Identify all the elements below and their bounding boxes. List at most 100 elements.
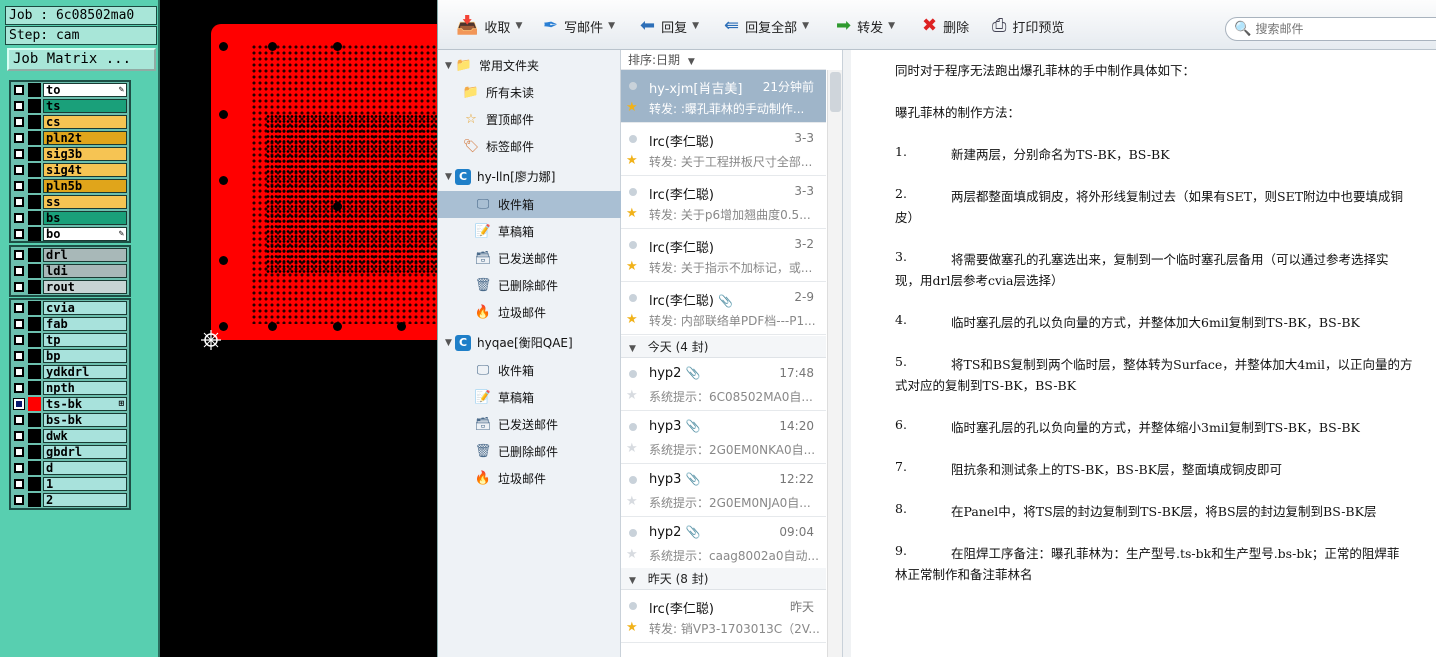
message-row[interactable]: ★ lrc(李仁聪) 3-3 转发: 关于p6增加翘曲度0.5... (621, 176, 826, 229)
pcb-board-view[interactable] (211, 24, 437, 340)
layer-name[interactable]: pln5b (43, 179, 127, 193)
layer-color-swatch[interactable] (28, 195, 41, 209)
layer-row[interactable]: ts-bk ⊞ (11, 396, 129, 412)
star-icon[interactable]: ★ (626, 547, 638, 562)
layer-row[interactable]: dwk (11, 428, 129, 444)
chevron-down-icon[interactable]: ▼ (515, 21, 522, 31)
expand-arrow-icon[interactable]: ▼ (445, 172, 455, 182)
layer-row[interactable]: cvia (11, 300, 129, 316)
layer-name[interactable]: cs (43, 115, 127, 129)
layer-checkbox[interactable] (14, 479, 24, 489)
layer-row[interactable]: bs (11, 210, 129, 226)
layer-name[interactable]: bp (43, 349, 127, 363)
message-row[interactable]: ★ hyp2 📎 09:04 系统提示：caag8002a0自动... (621, 517, 826, 570)
folder-junk-2[interactable]: 🔥 垃圾邮件 (438, 465, 621, 492)
account-hyqae[interactable]: ▼ C hyqae[衡阳QAE] (438, 329, 621, 356)
layer-row[interactable]: tp (11, 332, 129, 348)
layer-color-swatch[interactable] (28, 429, 41, 443)
sort-selector[interactable]: 排序:日期 ▼ (621, 50, 826, 70)
layer-color-swatch[interactable] (28, 147, 41, 161)
print-preview-button[interactable]: ⎙ 打印预览 (992, 15, 1064, 37)
collapse-arrow-icon[interactable]: ▼ (629, 576, 636, 586)
unread-dot-icon[interactable] (629, 241, 637, 249)
expand-arrow-icon[interactable]: ▼ (445, 61, 455, 71)
forward-button[interactable]: ➡ 转发 ▼ (836, 15, 895, 37)
layer-color-swatch[interactable] (28, 381, 41, 395)
layer-checkbox[interactable] (14, 197, 24, 207)
folder-deleted-1[interactable]: 🗑 已删除邮件 (438, 272, 621, 299)
layer-row[interactable]: ydkdrl (11, 364, 129, 380)
layer-row[interactable]: sig4t (11, 162, 129, 178)
layer-row[interactable]: sig3b (11, 146, 129, 162)
unread-dot-icon[interactable] (629, 294, 637, 302)
layer-row[interactable]: npth (11, 380, 129, 396)
scrollbar-thumb[interactable] (830, 72, 841, 112)
layer-row[interactable]: bo ✎ (11, 226, 129, 242)
layer-checkbox[interactable] (14, 117, 24, 127)
layer-color-swatch[interactable] (28, 461, 41, 475)
unread-dot-icon[interactable] (629, 476, 637, 484)
layer-checkbox[interactable] (14, 303, 24, 313)
layer-name[interactable]: 2 (43, 493, 127, 507)
unread-dot-icon[interactable] (629, 370, 637, 378)
star-icon[interactable]: ★ (626, 620, 638, 635)
layer-row[interactable]: ss (11, 194, 129, 210)
layer-name[interactable]: npth (43, 381, 127, 395)
layer-name[interactable]: dwk (43, 429, 127, 443)
layer-color-swatch[interactable] (28, 333, 41, 347)
star-icon[interactable]: ★ (626, 206, 638, 221)
layer-checkbox[interactable] (14, 266, 24, 276)
layer-color-swatch[interactable] (28, 163, 41, 177)
star-icon[interactable]: ★ (626, 494, 638, 509)
reply-all-button[interactable]: ⇚ 回复全部 ▼ (724, 15, 809, 37)
chevron-down-icon[interactable]: ▼ (692, 21, 699, 31)
layer-checkbox[interactable] (14, 181, 24, 191)
layer-color-swatch[interactable] (28, 264, 41, 278)
layer-name[interactable]: 1 (43, 477, 127, 491)
layer-color-swatch[interactable] (28, 115, 41, 129)
layer-checkbox[interactable] (14, 367, 24, 377)
layer-row[interactable]: drl (11, 247, 129, 263)
layer-checkbox[interactable] (14, 415, 24, 425)
layer-checkbox[interactable] (14, 383, 24, 393)
chevron-down-icon[interactable]: ▼ (802, 21, 809, 31)
layer-color-swatch[interactable] (28, 248, 41, 262)
unread-dot-icon[interactable] (629, 423, 637, 431)
message-row[interactable]: ★ hyp3 📎 14:20 系统提示：2G0EM0NKA0自... (621, 411, 826, 464)
message-row[interactable]: ★ hyp3 📎 12:22 系统提示：2G0EM0NJA0自... (621, 464, 826, 517)
layer-name[interactable]: d (43, 461, 127, 475)
layer-color-swatch[interactable] (28, 365, 41, 379)
layer-row[interactable]: 1 (11, 476, 129, 492)
list-scrollbar[interactable] (827, 70, 842, 657)
folder-drafts-1[interactable]: 📝 草稿箱 (438, 218, 621, 245)
layer-checkbox[interactable] (14, 229, 24, 239)
layer-checkbox[interactable] (14, 495, 24, 505)
layer-checkbox[interactable] (14, 165, 24, 175)
layer-row[interactable]: pln5b (11, 178, 129, 194)
layer-color-swatch[interactable] (28, 349, 41, 363)
message-row[interactable]: ★ lrc(李仁聪) 3-2 转发: 关于指示不加标记，或... (621, 229, 826, 282)
layer-name[interactable]: bs-bk (43, 413, 127, 427)
star-icon[interactable]: ★ (626, 312, 638, 327)
layer-color-swatch[interactable] (28, 413, 41, 427)
receive-button[interactable]: 📥 收取 ▼ (456, 15, 522, 37)
layer-row[interactable]: ldi (11, 263, 129, 279)
layer-checkbox[interactable] (14, 133, 24, 143)
unread-dot-icon[interactable] (629, 188, 637, 196)
folder-drafts-2[interactable]: 📝 草稿箱 (438, 384, 621, 411)
layer-name[interactable]: sig4t (43, 163, 127, 177)
unread-dot-icon[interactable] (629, 82, 637, 90)
job-matrix-button[interactable]: Job Matrix ... (7, 48, 156, 71)
layer-color-swatch[interactable] (28, 83, 41, 97)
layer-row[interactable]: 2 (11, 492, 129, 508)
layer-color-swatch[interactable] (28, 99, 41, 113)
compose-button[interactable]: ✒ 写邮件 ▼ (543, 15, 615, 37)
layer-color-swatch[interactable] (28, 179, 41, 193)
layer-name[interactable]: sig3b (43, 147, 127, 161)
layer-color-swatch[interactable] (28, 397, 41, 411)
layer-name[interactable]: bo ✎ (43, 227, 127, 241)
layer-name[interactable]: ss (43, 195, 127, 209)
group-header-yesterday[interactable]: ▼ 昨天 (8 封) (621, 568, 826, 590)
layer-row[interactable]: rout (11, 279, 129, 295)
message-row[interactable]: ★ lrc(李仁聪) 📎 2-9 转发: 内部联络单PDF档---P1... (621, 282, 826, 335)
